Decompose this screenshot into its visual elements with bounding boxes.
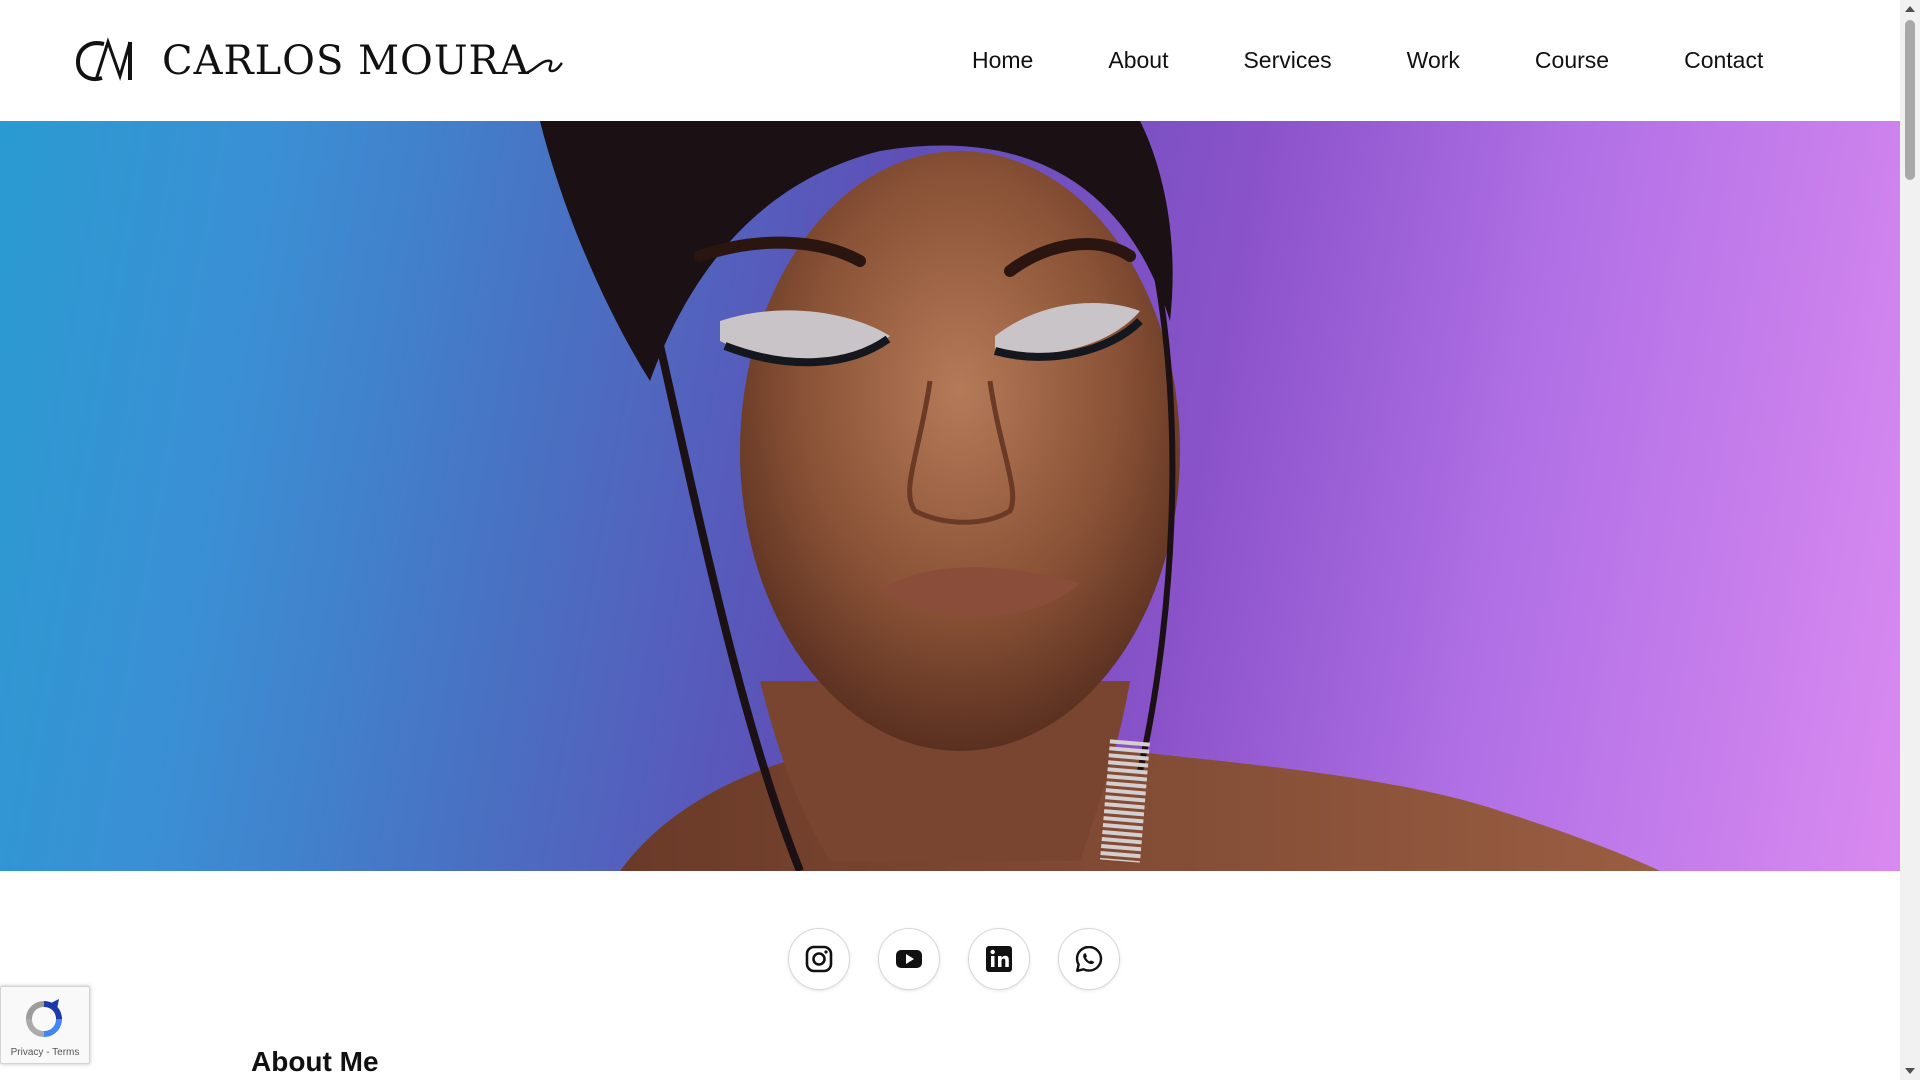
recaptcha-privacy-link[interactable]: Privacy xyxy=(11,1047,44,1058)
nav-services[interactable]: Services xyxy=(1243,46,1331,74)
youtube-link[interactable] xyxy=(878,928,940,990)
signature-icon xyxy=(525,59,563,75)
brand-logo[interactable]: CARLOS MOURA xyxy=(74,36,564,86)
about-title: About Me xyxy=(251,1046,379,1077)
site-header: CARLOS MOURA Home About Services Work Co… xyxy=(0,0,1900,121)
linkedin-icon xyxy=(986,946,1012,972)
makeup-portrait-image xyxy=(540,121,1660,871)
youtube-icon xyxy=(896,950,922,968)
linkedin-link[interactable] xyxy=(968,928,1030,990)
whatsapp-link[interactable] xyxy=(1058,928,1120,990)
scroll-up-arrow-icon[interactable] xyxy=(1905,6,1915,12)
social-links xyxy=(788,928,1120,990)
nav-work[interactable]: Work xyxy=(1407,46,1460,74)
recaptcha-links: Privacy - Terms xyxy=(1,1047,89,1058)
brand-name: CARLOS MOURA xyxy=(162,38,530,84)
nav-contact[interactable]: Contact xyxy=(1684,46,1763,74)
nav-course[interactable]: Course xyxy=(1535,46,1609,74)
nav-about[interactable]: About xyxy=(1108,46,1168,74)
whatsapp-icon xyxy=(1075,945,1103,972)
instagram-link[interactable] xyxy=(788,928,850,990)
nav-home[interactable]: Home xyxy=(972,46,1033,74)
cm-monogram-icon xyxy=(75,37,132,81)
recaptcha-terms-link[interactable]: Terms xyxy=(52,1047,79,1058)
recaptcha-separator: - xyxy=(43,1047,53,1058)
recaptcha-badge[interactable]: Privacy - Terms xyxy=(0,986,90,1064)
scroll-down-arrow-icon[interactable] xyxy=(1905,1068,1915,1074)
recaptcha-icon xyxy=(26,999,62,1037)
hero-banner xyxy=(0,121,1900,871)
main-nav: Home About Services Work Course Contact xyxy=(972,46,1763,74)
instagram-icon xyxy=(805,945,833,973)
page-scrollbar[interactable] xyxy=(1900,0,1920,1080)
scrollbar-thumb[interactable] xyxy=(1905,20,1915,180)
